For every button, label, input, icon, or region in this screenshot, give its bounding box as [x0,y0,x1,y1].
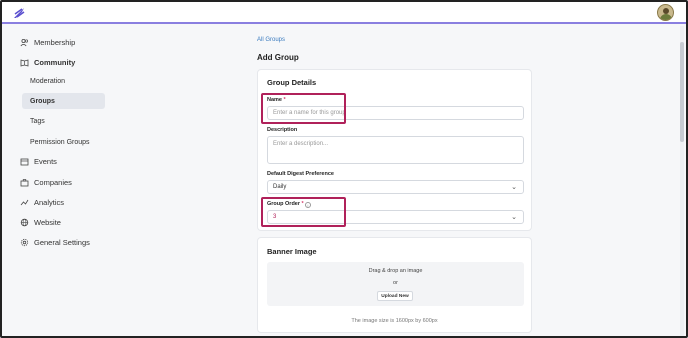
sidebar-item-membership[interactable]: Membership [20,34,75,50]
app-window: Membership Community Moderation Groups T… [0,0,688,338]
digest-select[interactable]: Daily ⌄ [267,180,524,194]
sidebar: Membership Community Moderation Groups T… [2,26,237,336]
sidebar-item-label: Groups [30,97,55,105]
book-icon [20,58,29,67]
user-avatar[interactable] [657,4,674,21]
description-field[interactable]: Enter a description... [267,136,524,164]
feather-logo-icon[interactable] [12,6,26,20]
briefcase-icon [20,178,29,187]
image-dropzone[interactable]: Drag & drop an image or Upload New [267,262,524,306]
chart-icon [20,198,29,207]
sidebar-item-community[interactable]: Community [20,54,75,70]
sidebar-item-label: Events [34,156,57,166]
sidebar-item-label: General Settings [34,237,90,247]
breadcrumb[interactable]: All Groups [257,37,285,43]
name-highlight-box [261,93,346,124]
sidebar-item-groups[interactable]: Groups [22,93,105,109]
sidebar-item-website[interactable]: Website [20,214,61,230]
drag-drop-text: Drag & drop an image [368,268,423,274]
image-size-note: The image size is 1600px by 600px [351,318,438,324]
sidebar-item-permission-groups[interactable]: Permission Groups [22,134,132,150]
sidebar-item-tags[interactable]: Tags [22,113,105,129]
sidebar-item-label: Membership [34,37,76,47]
sidebar-item-companies[interactable]: Companies [20,174,72,190]
users-icon [20,38,29,47]
sidebar-item-label: Moderation [30,77,66,85]
digest-value: Daily [273,184,287,190]
sidebar-item-general-settings[interactable]: General Settings [20,234,90,250]
top-bar [2,2,686,24]
main-content: All Groups Add Group Group Details Name … [237,26,686,336]
sidebar-item-moderation[interactable]: Moderation [22,73,105,89]
sidebar-item-events[interactable]: Events [20,153,57,169]
page-title: Add Group [257,53,299,62]
sidebar-item-label: Tags [30,117,45,125]
scrollbar-thumb[interactable] [680,42,684,142]
description-label: Description [267,127,298,133]
calendar-icon [20,157,29,166]
sidebar-item-analytics[interactable]: Analytics [20,194,64,210]
digest-label: Default Digest Preference [267,171,334,177]
card-title: Group Details [267,78,317,87]
gear-icon [20,238,29,247]
sidebar-item-label: Companies [34,177,72,187]
group-order-highlight-box [261,197,346,227]
banner-image-card: Banner Image Drag & drop an image or Upl… [257,237,532,333]
chevron-down-icon: ⌄ [511,214,517,221]
description-placeholder: Enter a description... [273,141,329,147]
card-title: Banner Image [267,247,317,256]
or-text: or [393,280,398,286]
chevron-down-icon: ⌄ [511,184,517,191]
sidebar-item-label: Community [34,57,76,67]
sidebar-item-label: Analytics [34,197,65,207]
sidebar-item-label: Website [34,217,61,227]
upload-new-button[interactable]: Upload New [377,291,413,301]
sidebar-item-label: Permission Groups [30,138,90,146]
globe-icon [20,218,29,227]
